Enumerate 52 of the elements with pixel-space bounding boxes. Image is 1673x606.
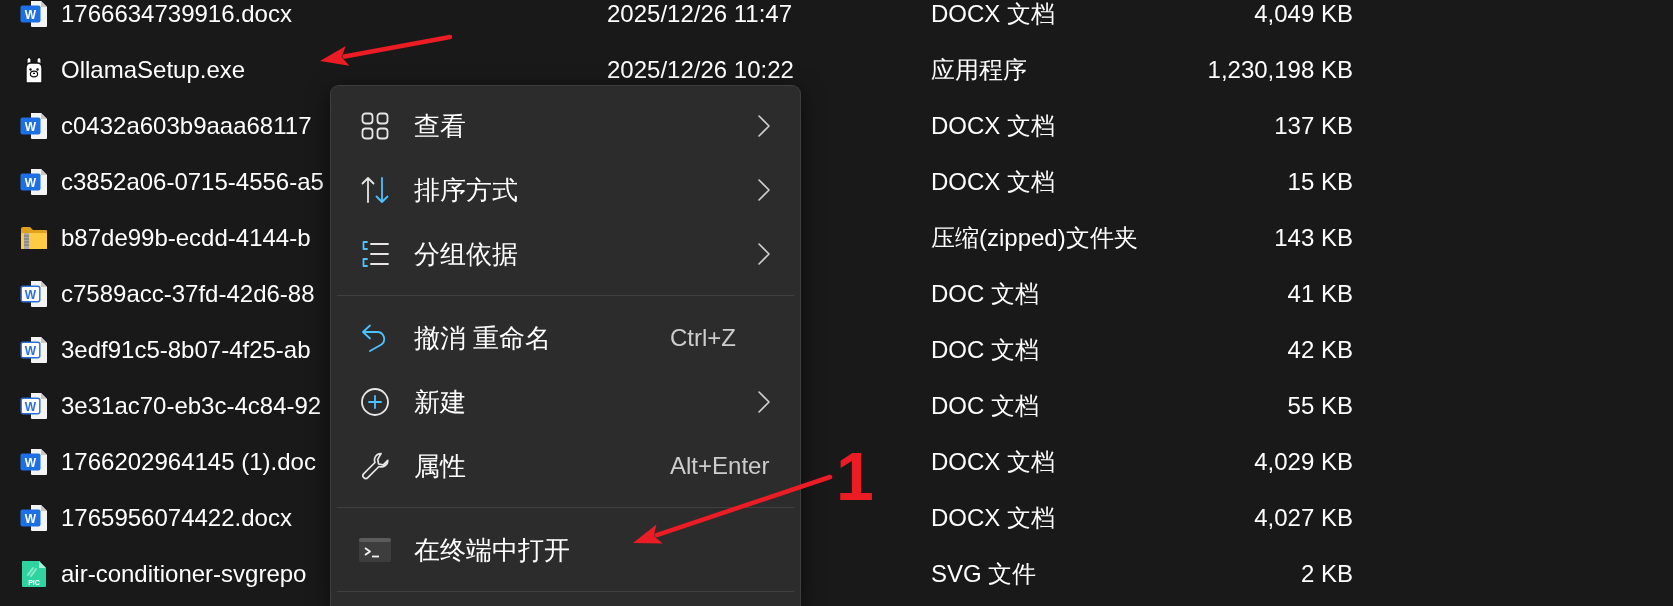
file-type: DOCX 文档 (931, 504, 1055, 532)
file-size: 2 KB (1300, 560, 1353, 588)
menu-item[interactable]: 查看 (414, 108, 466, 144)
file-type: DOCX 文档 (931, 168, 1055, 196)
file-type: 应用程序 (931, 56, 1027, 84)
menu-item[interactable]: 排序方式 (414, 172, 518, 208)
file-name[interactable]: 1766634739916.docx (61, 0, 292, 28)
file-name[interactable]: 3edf91c5-8b07-4f25-ab (61, 336, 311, 364)
file-name[interactable]: c3852a06-0715-4556-a5 (61, 168, 324, 196)
step-number: 1 (836, 442, 874, 510)
keyboard-shortcut: Alt+Enter (670, 452, 770, 480)
file-name[interactable]: 1765956074422.docx (61, 504, 292, 532)
file-type: DOCX 文档 (931, 112, 1055, 140)
file-name[interactable]: air-conditioner-svgrepo (61, 560, 307, 588)
plus-circle-icon (361, 388, 389, 416)
list-icon (361, 240, 389, 268)
file-size: 4,049 KB (1254, 0, 1353, 28)
file-size: 41 KB (1287, 280, 1353, 308)
file-name[interactable]: OllamaSetup.exe (61, 56, 246, 84)
file-type: 压缩(zipped)文件夹 (931, 224, 1138, 252)
file-size: 143 KB (1274, 224, 1353, 252)
keyboard-shortcut: Ctrl+Z (670, 324, 736, 352)
file-name[interactable]: b87de99b-ecdd-4144-b (61, 224, 311, 252)
menu-item[interactable]: 撤消 重命名 (414, 320, 552, 356)
file-type: DOC 文档 (931, 336, 1039, 364)
file-name[interactable]: c0432a603b9aaa68117 (61, 112, 312, 140)
file-size: 137 KB (1274, 112, 1353, 140)
file-size: 55 KB (1287, 392, 1353, 420)
file-type: DOC 文档 (931, 392, 1039, 420)
menu-item[interactable]: 新建 (414, 384, 466, 420)
grid-icon (361, 112, 389, 140)
file-type: DOC 文档 (931, 280, 1039, 308)
file-size: 4,029 KB (1254, 448, 1353, 476)
terminal-icon (359, 538, 391, 562)
file-size: 1,230,198 KB (1207, 56, 1353, 84)
file-size: 4,027 KB (1254, 504, 1353, 532)
zip-folder-icon (20, 224, 48, 252)
sort-icon (361, 176, 389, 204)
file-type: DOCX 文档 (931, 0, 1055, 28)
file-type: SVG 文件 (931, 560, 1037, 588)
file-size: 15 KB (1287, 168, 1353, 196)
file-type: DOCX 文档 (931, 448, 1055, 476)
menu-item[interactable]: 属性 (414, 448, 466, 484)
date-modified: 2025/12/26 11:47 (607, 0, 793, 28)
file-name[interactable]: 3e31ac70-eb3c-4c84-92 (61, 392, 322, 420)
file-name[interactable]: c7589acc-37fd-42d6-88 (61, 280, 315, 308)
menu-item[interactable]: 在终端中打开 (414, 532, 570, 568)
file-name[interactable]: 1766202964145 (1).doc (61, 448, 316, 476)
date-modified: 2025/12/26 10:22 (607, 56, 794, 84)
wrench-icon (361, 452, 389, 480)
file-size: 42 KB (1287, 336, 1353, 364)
menu-item[interactable]: 分组依据 (414, 236, 518, 272)
